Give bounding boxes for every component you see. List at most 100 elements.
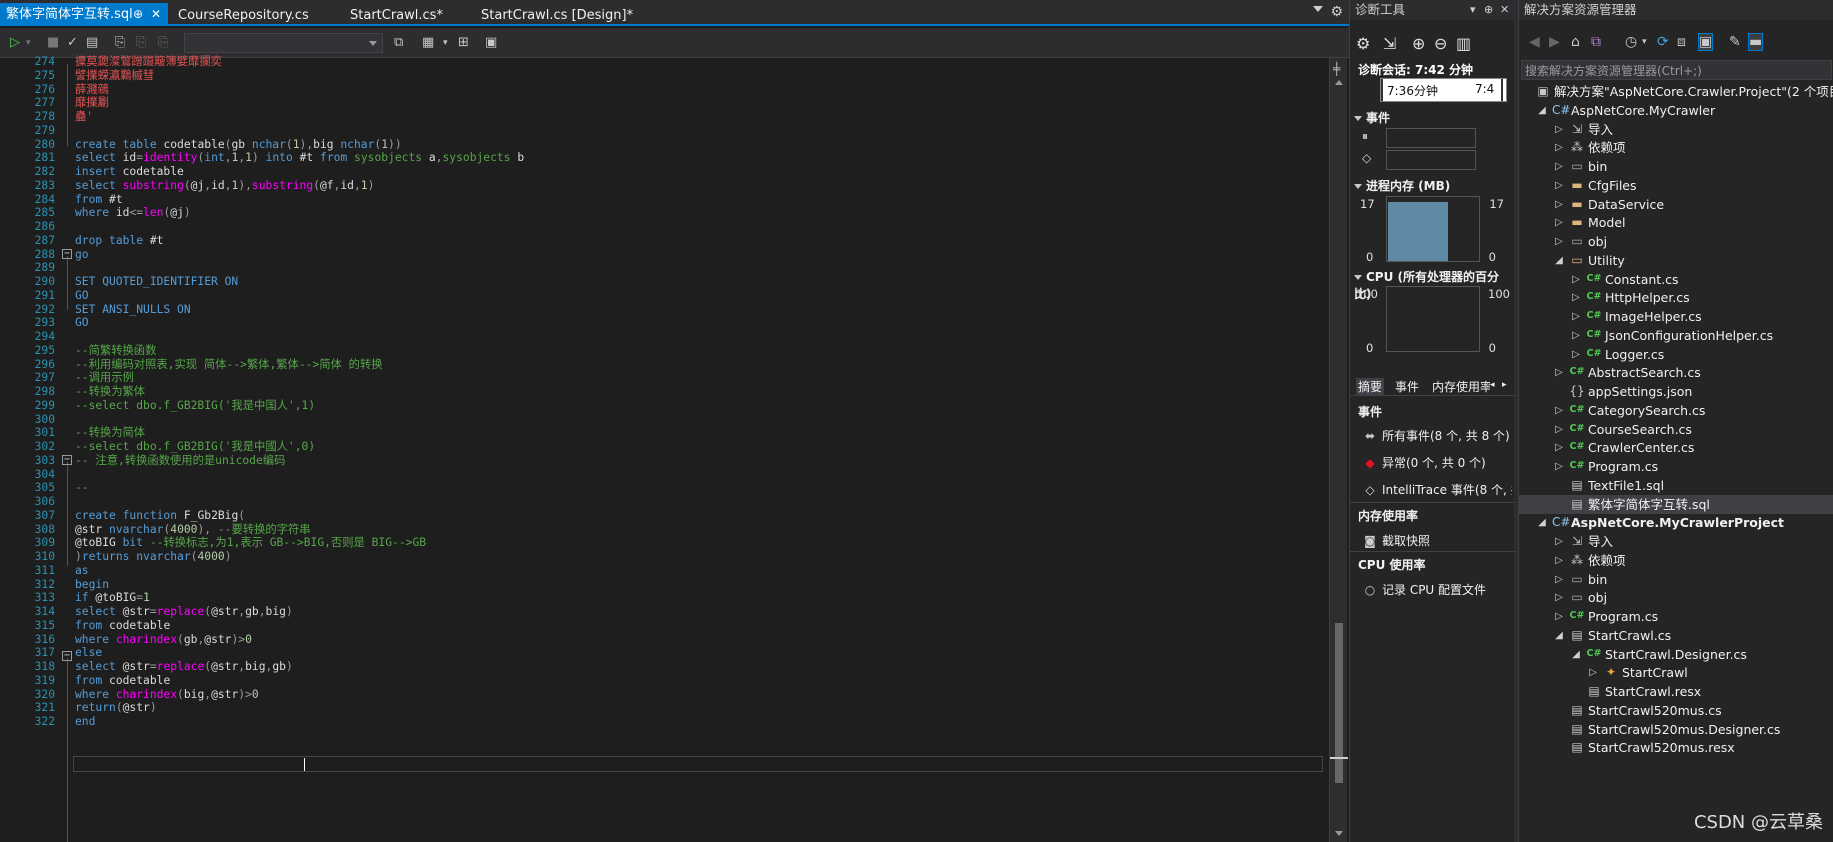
disconnect-icon[interactable]: ⎘ xyxy=(136,34,146,52)
code-line[interactable]: where id<=len(@j) xyxy=(75,205,191,221)
tree-node[interactable]: {} appSettings.json xyxy=(1519,382,1833,401)
expand-arrow-icon[interactable]: ▷ xyxy=(1553,438,1565,457)
code-line[interactable]: SET ANSI_NULLS ON xyxy=(75,302,191,318)
pin-icon[interactable]: ⊕ xyxy=(133,3,143,26)
code-line[interactable]: 蠱' xyxy=(75,109,93,125)
code-line[interactable]: -- 注意,转换函数使用的是unicode编码 xyxy=(75,453,285,469)
tree-node[interactable]: ▷ ▭ obj xyxy=(1519,232,1833,251)
collapse-arrow-icon[interactable]: ◢ xyxy=(1536,101,1548,120)
events-header[interactable]: 事件 xyxy=(1354,109,1390,126)
expand-arrow-icon[interactable]: ▷ xyxy=(1553,195,1565,214)
expand-arrow-icon[interactable]: ▷ xyxy=(1553,232,1565,251)
execute-icon[interactable]: ▷ xyxy=(10,34,20,52)
expand-arrow-icon[interactable]: ▷ xyxy=(1553,138,1565,157)
settings-icon[interactable]: ⚙ xyxy=(1356,34,1370,53)
chevron-right-icon[interactable]: ▸ xyxy=(1502,380,1507,390)
close-icon[interactable]: ✕ xyxy=(151,3,161,26)
code-line[interactable]: go xyxy=(75,247,89,263)
switch-views-icon[interactable]: ⧉ xyxy=(1591,34,1601,50)
tree-node[interactable]: ▷ C# CourseSearch.cs xyxy=(1519,420,1833,439)
tree-node[interactable]: ◢ ▭ Utility xyxy=(1519,251,1833,270)
take-snapshot-button[interactable]: ◙ 截取快照 xyxy=(1362,532,1512,549)
dropdown-arrow-icon[interactable]: ▾ xyxy=(1642,37,1647,47)
expand-arrow-icon[interactable]: ▷ xyxy=(1553,213,1565,232)
stop-icon[interactable]: ■ xyxy=(47,34,59,52)
collapse-all-icon[interactable]: ⧈ xyxy=(1677,34,1686,50)
exceptions-link[interactable]: ◆ 异常(0 个, 共 0 个) xyxy=(1362,454,1512,471)
code-line[interactable]: GO xyxy=(75,315,89,331)
solution-search-input[interactable]: 搜索解决方案资源管理器(Ctrl+;) xyxy=(1521,60,1832,80)
tree-node[interactable]: ▷ C# Logger.cs xyxy=(1519,345,1833,364)
gear-icon[interactable]: ⚙ xyxy=(1330,4,1343,20)
split-view-icon[interactable]: ╪ xyxy=(1333,62,1340,76)
tree-node[interactable]: ◢ C# AspNetCore.MyCrawlerProject xyxy=(1519,513,1833,532)
scrollbar-thumb[interactable] xyxy=(1335,623,1343,783)
connect-icon[interactable]: ⎘ xyxy=(115,34,125,52)
tree-node[interactable]: ▷ C# CategorySearch.cs xyxy=(1519,401,1833,420)
code-line[interactable]: SET QUOTED_IDENTIFIER ON xyxy=(75,274,238,290)
editor-scrollbar[interactable]: ╪ xyxy=(1329,58,1348,842)
zoom-out-icon[interactable]: ⊖ xyxy=(1434,34,1447,53)
tree-node[interactable]: ▤ StartCrawl520mus.resx xyxy=(1519,738,1833,757)
code-line[interactable]: --select dbo.f_GB2BIG('我是中国人',1) xyxy=(75,398,315,414)
tree-node[interactable]: ◢ ▤ StartCrawl.cs xyxy=(1519,626,1833,645)
home-icon[interactable]: ⌂ xyxy=(1571,34,1580,50)
tree-node[interactable]: ▷ C# ImageHelper.cs xyxy=(1519,307,1833,326)
plan-icon[interactable]: ⧉ xyxy=(394,34,403,52)
include-stats-icon[interactable]: ⊞ xyxy=(458,34,469,52)
tab-startcrawl[interactable]: StartCrawl.cs* xyxy=(344,5,474,26)
tree-node[interactable]: ▷ ⁂ 依赖项 xyxy=(1519,138,1833,157)
expand-arrow-icon[interactable]: ▷ xyxy=(1553,157,1565,176)
tree-node[interactable]: ▷ ⇲ 导入 xyxy=(1519,532,1833,551)
tree-node[interactable]: ▷ ▭ bin xyxy=(1519,570,1833,589)
tree-node[interactable]: ▤ TextFile1.sql xyxy=(1519,476,1833,495)
tree-node[interactable]: ▷ ▬ DataService xyxy=(1519,195,1833,214)
tab-events[interactable]: 事件 xyxy=(1395,378,1419,395)
scroll-up-icon[interactable] xyxy=(1335,80,1343,85)
preview-icon[interactable]: ▬ xyxy=(1747,33,1764,51)
dropdown-arrow-icon[interactable]: ▾ xyxy=(1470,0,1476,20)
memory-header[interactable]: 进程内存 (MB) xyxy=(1354,177,1450,194)
expand-arrow-icon[interactable]: ▷ xyxy=(1553,588,1565,607)
tree-node[interactable]: ▣ 解决方案"AspNetCore.Crawler.Project"(2 个项目,… xyxy=(1519,82,1833,101)
expand-arrow-icon[interactable]: ▷ xyxy=(1553,363,1565,382)
tab-startcrawl-design[interactable]: StartCrawl.cs [Design]* xyxy=(475,5,655,26)
tree-node[interactable]: ▷ ✦ StartCrawl xyxy=(1519,663,1833,682)
fold-toggle-icon[interactable]: − xyxy=(62,455,72,465)
tree-node[interactable]: ▷ C# JsonConfigurationHelper.cs xyxy=(1519,326,1833,345)
tree-node[interactable]: ▷ C# AbstractSearch.cs xyxy=(1519,363,1833,382)
tree-node[interactable]: ▷ ▭ bin xyxy=(1519,157,1833,176)
chevron-left-icon[interactable]: ◂ xyxy=(1490,380,1495,390)
expand-arrow-icon[interactable]: ▷ xyxy=(1553,120,1565,139)
expand-arrow-icon[interactable]: ▷ xyxy=(1553,420,1565,439)
tree-node[interactable]: ▷ ▬ CfgFiles xyxy=(1519,176,1833,195)
tree-node[interactable]: ▷ ▬ Model xyxy=(1519,213,1833,232)
expand-arrow-icon[interactable]: ▷ xyxy=(1587,663,1599,682)
code-line[interactable]: end xyxy=(75,714,95,730)
results-grid-icon[interactable]: ▦ xyxy=(422,34,434,52)
tree-node[interactable]: ▷ ⇲ 导入 xyxy=(1519,120,1833,139)
check-icon[interactable]: ✓ xyxy=(67,34,78,52)
parse-icon[interactable]: ▤ xyxy=(86,34,98,52)
collapse-arrow-icon[interactable]: ◢ xyxy=(1553,626,1565,645)
intellitrace-link[interactable]: ◇ IntelliTrace 事件(8 个, 共 8 个) xyxy=(1362,481,1512,498)
tab-dropdown-icon[interactable] xyxy=(1313,6,1323,12)
scroll-down-icon[interactable] xyxy=(1335,831,1343,836)
dropdown-arrow-icon[interactable]: ▾ xyxy=(26,34,31,52)
zoom-in-icon[interactable]: ⊕ xyxy=(1412,34,1425,53)
tree-node[interactable]: ▷ C# Program.cs xyxy=(1519,457,1833,476)
expand-arrow-icon[interactable]: ▷ xyxy=(1570,288,1582,307)
all-events-link[interactable]: ⬌ 所有事件(8 个, 共 8 个) xyxy=(1362,427,1512,444)
forward-icon[interactable]: ▶ xyxy=(1549,34,1560,50)
collapse-arrow-icon[interactable]: ◢ xyxy=(1553,251,1565,270)
show-all-files-icon[interactable]: ▣ xyxy=(1697,33,1714,51)
expand-arrow-icon[interactable]: ▷ xyxy=(1570,345,1582,364)
tab-course-repository[interactable]: CourseRepository.cs xyxy=(172,5,342,26)
expand-arrow-icon[interactable]: ▷ xyxy=(1570,326,1582,345)
tree-node[interactable]: ▷ C# Constant.cs xyxy=(1519,270,1833,289)
tree-node[interactable]: ▷ C# HttpHelper.cs xyxy=(1519,288,1833,307)
options-icon[interactable]: ▣ xyxy=(485,34,497,52)
tree-node[interactable]: ▤ StartCrawl.resx xyxy=(1519,682,1833,701)
database-select[interactable] xyxy=(184,33,383,53)
fold-toggle-icon[interactable]: − xyxy=(62,249,72,259)
